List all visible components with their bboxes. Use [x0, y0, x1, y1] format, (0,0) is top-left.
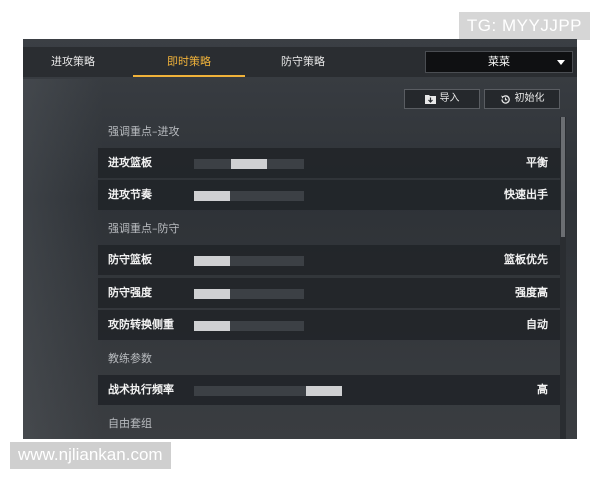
section-header: 教练参数 [108, 352, 152, 365]
tab-defense-strategy[interactable]: 防守策略 [253, 47, 353, 77]
setting-row-tactic-frequency[interactable]: 战术执行频率 高 [98, 375, 560, 405]
setting-row-transition-focus[interactable]: 攻防转换侧重 自动 [98, 310, 560, 340]
setting-slider-track[interactable] [194, 159, 304, 169]
section-header: 强调重点–进攻 [108, 125, 180, 138]
tab-bar: 进攻策略 即时策略 防守策略 菜菜 [23, 47, 577, 77]
strategy-window: 进攻策略 即时策略 防守策略 菜菜 导入 初始化 强调重点–进攻 进攻篮板 平衡 [23, 39, 577, 439]
team-select[interactable]: 菜菜 [425, 51, 573, 73]
setting-slider-track[interactable] [194, 386, 342, 396]
setting-slider-track[interactable] [194, 289, 304, 299]
setting-row-defensive-rebound[interactable]: 防守篮板 篮板优先 [98, 245, 560, 275]
setting-value: 强度高 [515, 286, 548, 299]
setting-slider-thumb[interactable] [194, 321, 230, 331]
setting-value: 平衡 [526, 156, 548, 169]
setting-slider-thumb[interactable] [231, 159, 267, 169]
setting-label: 战术执行频率 [108, 383, 174, 396]
scrollbar-handle[interactable] [561, 117, 565, 237]
setting-row-defensive-intensity[interactable]: 防守强度 强度高 [98, 278, 560, 308]
setting-slider-thumb[interactable] [306, 386, 342, 396]
setting-value: 高 [537, 383, 548, 396]
section-header: 自由套组 [108, 417, 152, 430]
strategy-list: 强调重点–进攻 进攻篮板 平衡 进攻节奏 快速出手 强调重点–防守 防守篮板 篮… [98, 117, 560, 439]
setting-value: 篮板优先 [504, 253, 548, 266]
setting-label: 进攻节奏 [108, 188, 152, 201]
setting-slider-thumb[interactable] [194, 191, 230, 201]
setting-value: 自动 [526, 318, 548, 331]
setting-slider-thumb[interactable] [194, 289, 230, 299]
setting-value: 快速出手 [504, 188, 548, 201]
import-button[interactable]: 导入 [404, 89, 480, 109]
team-select-value: 菜菜 [488, 55, 510, 68]
setting-slider-thumb[interactable] [194, 256, 230, 266]
setting-slider-track[interactable] [194, 321, 304, 331]
reset-button-label: 初始化 [514, 93, 545, 104]
import-button-label: 导入 [439, 93, 460, 104]
folder-import-icon [424, 95, 436, 104]
setting-slider-track[interactable] [194, 256, 304, 266]
reset-button[interactable]: 初始化 [484, 89, 560, 109]
setting-label: 攻防转换侧重 [108, 318, 174, 331]
setting-slider-track[interactable] [194, 191, 304, 201]
reset-icon [500, 94, 510, 104]
setting-label: 防守篮板 [108, 253, 152, 266]
scrollbar[interactable] [560, 117, 566, 439]
watermark-top: TG: MYYJJPP [458, 12, 590, 40]
setting-label: 进攻篮板 [108, 156, 152, 169]
chevron-down-icon [557, 60, 565, 65]
section-header: 强调重点–防守 [108, 222, 180, 235]
setting-label: 防守强度 [108, 286, 152, 299]
watermark-bottom: www.njliankan.com [10, 442, 171, 469]
tab-instant-strategy[interactable]: 即时策略 [133, 47, 245, 77]
setting-row-offensive-rebound[interactable]: 进攻篮板 平衡 [98, 148, 560, 178]
setting-row-offensive-tempo[interactable]: 进攻节奏 快速出手 [98, 180, 560, 210]
tab-offense-strategy[interactable]: 进攻策略 [23, 47, 123, 77]
